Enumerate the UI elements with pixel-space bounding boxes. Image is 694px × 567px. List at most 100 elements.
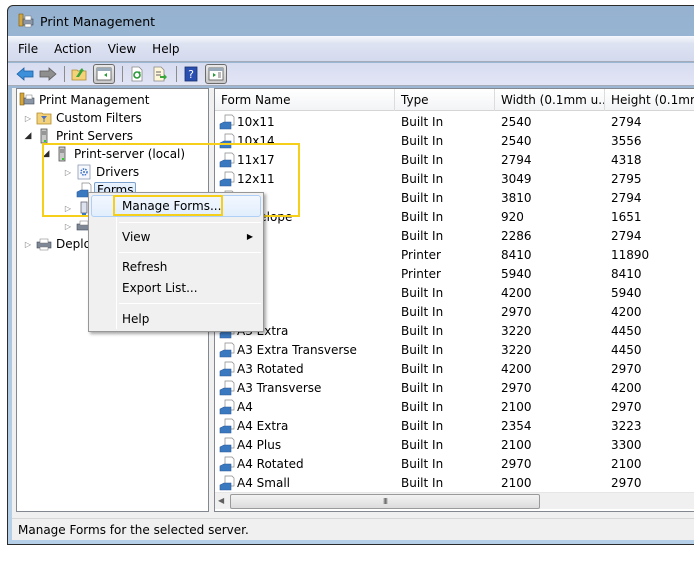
menu-action[interactable]: Action (54, 42, 92, 56)
horizontal-scrollbar[interactable]: ◀ III (215, 492, 694, 509)
cell-type: Printer (401, 248, 441, 262)
forward-button[interactable] (39, 65, 57, 83)
help-button[interactable]: ? (182, 65, 200, 83)
cell-type: Built In (401, 286, 444, 300)
menu-item-export-list[interactable]: Export List... (91, 277, 261, 299)
toolbar-separator (176, 66, 177, 82)
cell-height: 5940 (611, 286, 642, 300)
forward-icon (39, 67, 57, 81)
collapse-arrow-icon[interactable]: ◢ (41, 149, 51, 159)
cell-type: Built In (401, 343, 444, 357)
expand-arrow-icon[interactable]: ▷ (63, 168, 73, 177)
show-hide-console-tree-button[interactable] (93, 64, 115, 84)
menu-file[interactable]: File (18, 42, 38, 56)
form-icon (219, 152, 235, 168)
cell-width: 2100 (501, 438, 532, 452)
menu-item-label: Refresh (122, 260, 168, 274)
toolbar: ? (8, 63, 694, 86)
menu-view[interactable]: View (108, 42, 136, 56)
cell-width: 2970 (501, 381, 532, 395)
cell-width: 2354 (501, 419, 532, 433)
forms-list: Form Name Type Width (0.1mm u... Height … (214, 88, 694, 512)
scroll-left-icon[interactable]: ◀ (218, 496, 224, 505)
tree-item-print-management[interactable]: Print Management (19, 91, 149, 109)
up-one-level-button[interactable] (70, 65, 88, 83)
scroll-thumb[interactable]: III (230, 494, 540, 509)
export-list-icon (153, 66, 167, 82)
cell-height: 2795 (611, 172, 642, 186)
table-row[interactable]: 11x17 Built In 2794 4318 (215, 151, 694, 170)
table-row[interactable]: Printer 5940 8410 (215, 265, 694, 284)
cell-type: Built In (401, 153, 444, 167)
cell-type: Built In (401, 400, 444, 414)
cell-height: 2794 (611, 115, 642, 129)
tree-item-drivers[interactable]: ▷ Drivers (63, 163, 139, 181)
export-list-button[interactable] (151, 65, 169, 83)
cell-form-name: A4 Plus (237, 438, 282, 452)
cell-type: Built In (401, 305, 444, 319)
cell-width: 2540 (501, 115, 532, 129)
tree-item-custom-filters[interactable]: ▷ Custom Filters (23, 109, 142, 127)
menu-item-view[interactable]: View ▶ (91, 226, 261, 248)
table-row[interactable]: A4 Rotated Built In 2970 2100 (215, 455, 694, 474)
column-header-form-name[interactable]: Form Name (215, 89, 395, 111)
expand-arrow-icon[interactable]: ▷ (63, 222, 73, 231)
table-row[interactable]: A3 ExtraBuilt In32204450 (215, 322, 694, 341)
table-row[interactable]: A4 Built In 2100 2970 (215, 398, 694, 417)
table-row[interactable]: Built In 2286 2794 (215, 227, 694, 246)
back-button[interactable] (16, 65, 34, 83)
tree-label: Print Management (39, 93, 150, 107)
expand-arrow-icon[interactable]: ▷ (23, 114, 33, 123)
show-hide-action-pane-button[interactable] (205, 64, 227, 84)
menu-item-help[interactable]: Help (91, 308, 261, 330)
collapse-arrow-icon[interactable]: ◢ (23, 131, 33, 141)
toolbar-separator (64, 66, 65, 82)
table-row[interactable]: A3 Transverse Built In 2970 4200 (215, 379, 694, 398)
cell-height: 2970 (611, 400, 642, 414)
form-icon (219, 437, 235, 453)
table-row[interactable]: Printer 8410 11890 (215, 246, 694, 265)
title-bar: Print Management (8, 6, 694, 36)
table-row[interactable]: A4 Plus Built In 2100 3300 (215, 436, 694, 455)
table-row[interactable]: A3 Rotated Built In 4200 2970 (215, 360, 694, 379)
tree-item-deployed-printers[interactable]: ▷ Deplo (23, 235, 91, 253)
column-header-type[interactable]: Type (395, 89, 495, 111)
column-header-width[interactable]: Width (0.1mm u... (495, 89, 605, 111)
menu-item-label: Help (122, 312, 150, 326)
cell-type: Built In (401, 115, 444, 129)
cell-type: Built In (401, 191, 444, 205)
cell-height: 2970 (611, 362, 642, 376)
table-row[interactable]: 12x11 Built In 3049 2795 (215, 170, 694, 189)
table-row[interactable]: Built In 3810 2794 (215, 189, 694, 208)
table-row[interactable]: A4 Extra Built In 2354 3223 (215, 417, 694, 436)
form-icon (219, 361, 235, 377)
tree-item-print-server-local[interactable]: ◢ Print-server (local) (41, 145, 185, 163)
expand-arrow-icon[interactable]: ▷ (63, 204, 73, 213)
menu-item-manage-forms[interactable]: Manage Forms... (91, 195, 261, 217)
table-row[interactable]: 10x14 Built In 2540 3556 (215, 132, 694, 151)
refresh-button[interactable] (128, 65, 146, 83)
tree-item-print-servers[interactable]: ◢ Print Servers (23, 127, 133, 145)
svg-text:?: ? (188, 68, 194, 81)
menu-item-refresh[interactable]: Refresh (91, 256, 261, 278)
print-management-icon (18, 13, 34, 29)
menu-help[interactable]: Help (152, 42, 179, 56)
cell-width: 2100 (501, 400, 532, 414)
table-row[interactable]: 10x11 Built In 2540 2794 (215, 113, 694, 132)
table-row[interactable]: Built In 4200 5940 (215, 284, 694, 303)
column-header-height[interactable]: Height (0.1mm ... (605, 89, 694, 111)
back-icon (16, 67, 34, 81)
cell-form-name: A3 Rotated (237, 362, 304, 376)
expand-arrow-icon[interactable]: ▷ (23, 240, 33, 249)
cell-type: Built In (401, 229, 444, 243)
cell-height: 4318 (611, 153, 642, 167)
refresh-icon (131, 66, 143, 82)
table-row[interactable]: Envelope Built In 920 1651 (215, 208, 694, 227)
cell-height: 1651 (611, 210, 642, 224)
tree-label: Deplo (56, 237, 91, 251)
cell-type: Built In (401, 134, 444, 148)
table-row[interactable]: A3 Extra Transverse Built In 3220 4450 (215, 341, 694, 360)
table-row[interactable]: A4 Small Built In 2100 2970 (215, 474, 694, 493)
table-row[interactable]: Built In 2970 4200 (215, 303, 694, 322)
cell-form-name: A4 Small (237, 476, 290, 490)
